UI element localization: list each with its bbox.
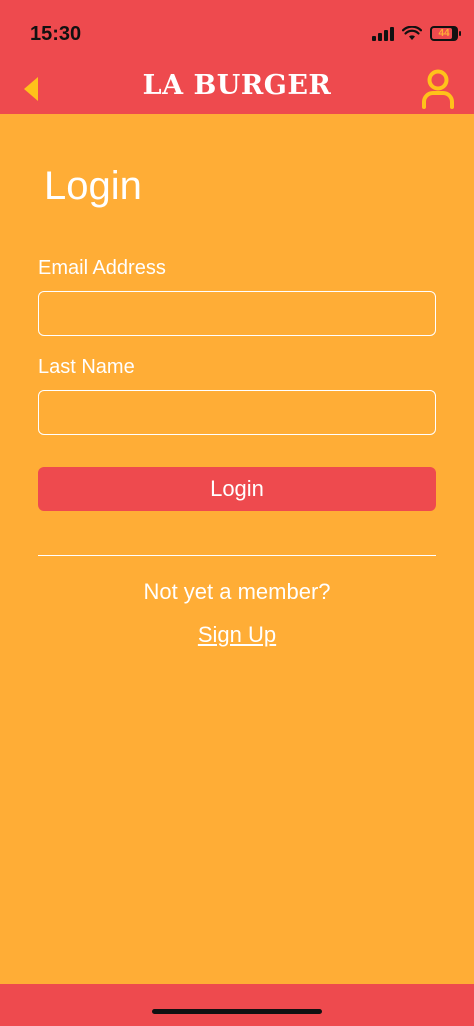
battery-icon: 44: [430, 26, 461, 41]
login-button[interactable]: Login: [38, 467, 436, 511]
app-header: 15:30 44 LA BURGER: [0, 0, 474, 114]
member-prompt: Not yet a member?: [143, 579, 331, 604]
bottom-bar: [0, 984, 474, 1026]
user-icon[interactable]: [421, 69, 455, 109]
email-field[interactable]: [38, 291, 436, 336]
wifi-icon: [402, 26, 422, 40]
status-time: 15:30: [30, 23, 82, 45]
battery-level: 44: [438, 28, 450, 39]
signal-icon: [372, 26, 394, 41]
email-label: Email Address: [38, 257, 166, 279]
home-indicator[interactable]: [152, 1009, 322, 1014]
sign-up-link[interactable]: Sign Up: [38, 622, 436, 648]
last-name-field[interactable]: [38, 390, 436, 435]
divider: [38, 555, 436, 556]
brand-title: LA BURGER: [142, 70, 332, 101]
status-icons: 44: [372, 26, 461, 41]
last-name-label: Last Name: [38, 356, 135, 378]
page-title: Login: [44, 164, 142, 208]
